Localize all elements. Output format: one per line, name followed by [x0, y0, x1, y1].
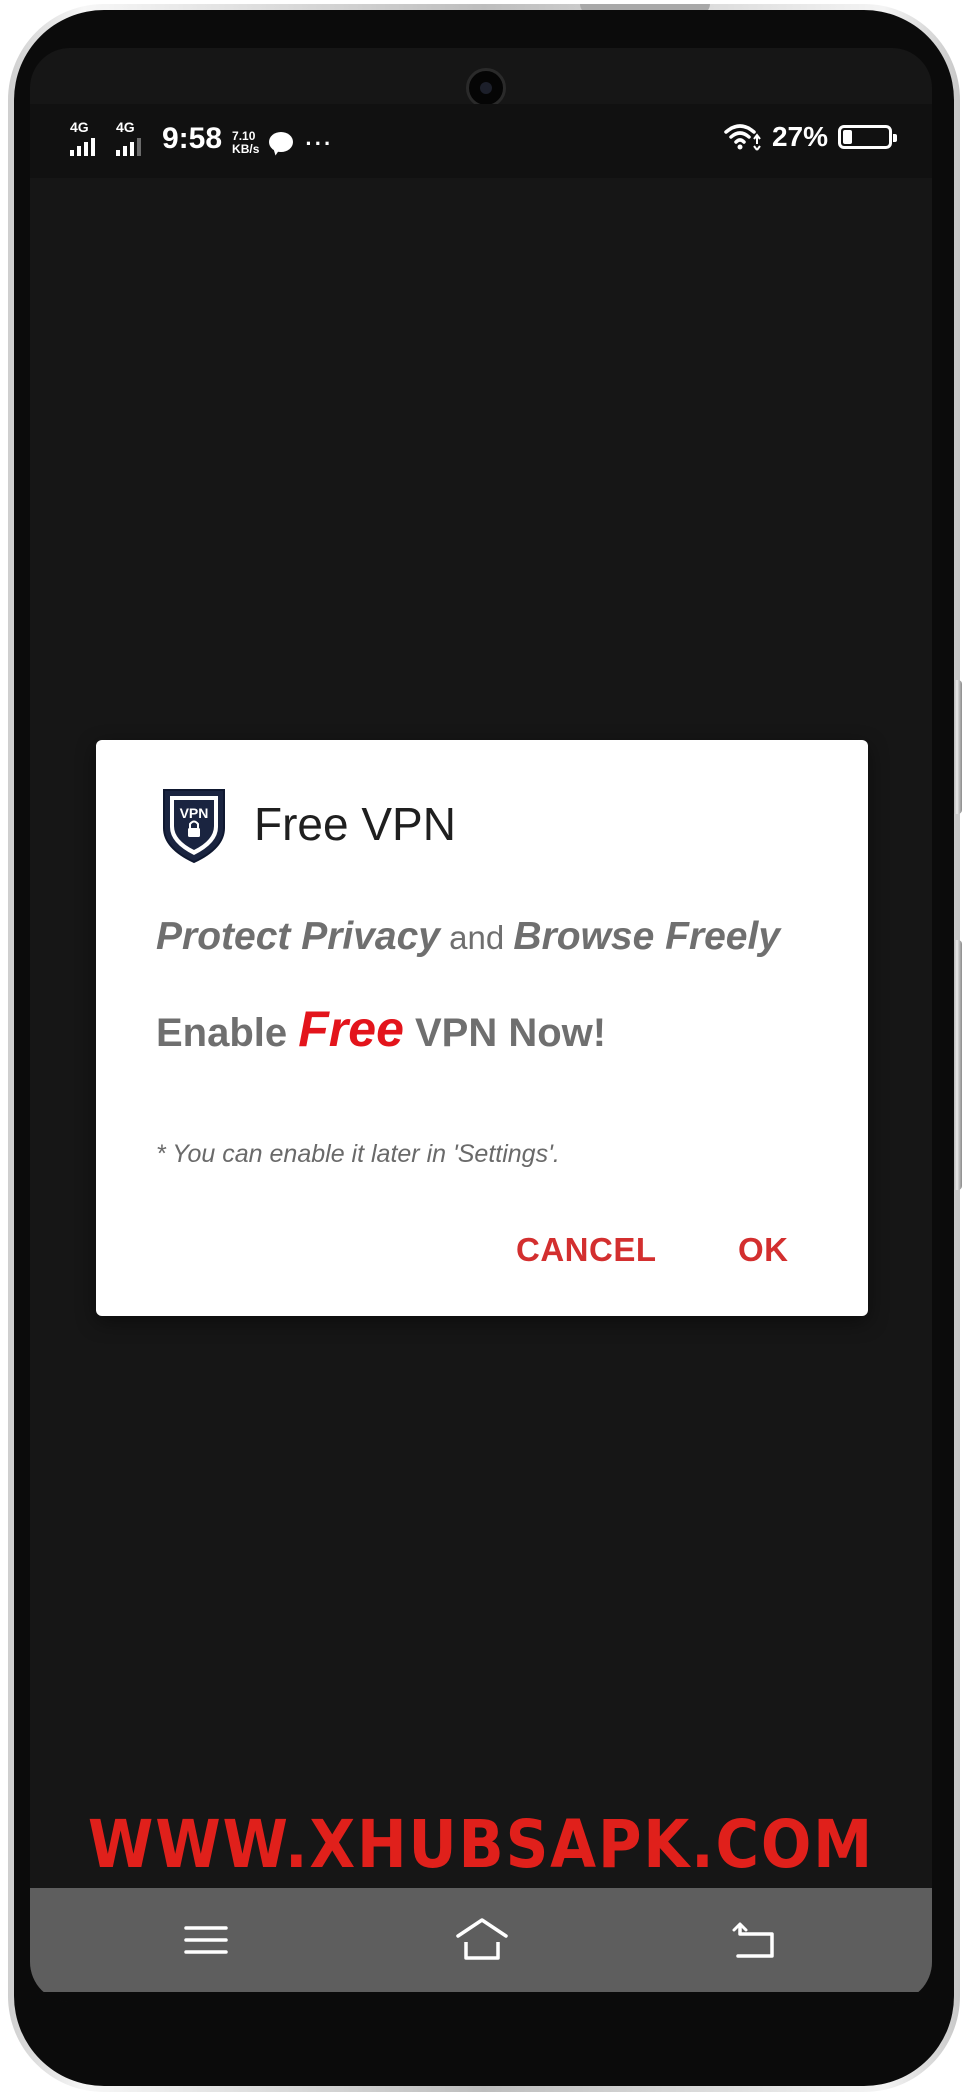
signal-icon: 4G — [70, 120, 106, 156]
dialog-header: VPN Free VPN — [160, 784, 456, 864]
shield-vpn-icon: VPN — [163, 789, 225, 864]
status-bar: 4G 4G 9:58 7.10 KB/s ··· 27% — [30, 104, 932, 178]
screen: 4G 4G 9:58 7.10 KB/s ··· 27% VPN Free VP… — [30, 48, 932, 2002]
nav-home-button[interactable] — [452, 1910, 512, 1970]
watermark: WWW.XHUBSAPK.COM — [87, 1806, 875, 1883]
home-icon — [456, 1918, 508, 1960]
network-type-2: 4G — [116, 119, 135, 135]
front-camera — [466, 68, 506, 108]
subheadline-enable: Enable — [156, 1011, 299, 1055]
headline-protect-privacy: Protect Privacy — [156, 915, 440, 958]
menu-icon — [184, 1926, 228, 1954]
navigation-bar — [30, 1888, 932, 1992]
network-speed: 7.10 KB/s — [232, 130, 259, 156]
dialog-headline: Protect Privacy and Browse Freely — [156, 912, 780, 963]
ok-button[interactable]: OK — [732, 1224, 795, 1276]
chat-icon — [269, 132, 295, 156]
headline-browse-freely: Browse Freely — [513, 915, 781, 958]
battery-icon — [838, 125, 897, 149]
dialog-subheadline: Enable Free VPN Now! — [156, 1002, 606, 1060]
headline-and: and — [440, 919, 514, 956]
nav-menu-button[interactable] — [176, 1910, 236, 1970]
battery-percent: 27% — [771, 121, 828, 152]
screen-bottom-edge — [30, 1992, 932, 2002]
status-right: 27% — [724, 121, 897, 152]
network-type-1: 4G — [70, 119, 89, 135]
battery-level-fill — [843, 130, 852, 144]
nav-back-button[interactable] — [726, 1910, 786, 1970]
subheadline-free: Free — [298, 1001, 404, 1057]
vpn-dialog: VPN Free VPN Protect Privacy and Browse … — [96, 740, 868, 1316]
back-icon — [732, 1922, 774, 1958]
shield-vpn-label: VPN — [180, 805, 209, 821]
subheadline-vpn-now: VPN Now! — [403, 1011, 607, 1055]
network-speed-unit: KB/s — [232, 142, 260, 156]
more-icon: ··· — [305, 131, 334, 156]
dialog-title: Free VPN — [254, 798, 456, 850]
wifi-icon — [724, 124, 761, 151]
status-left: 4G 4G 9:58 7.10 KB/s ··· — [70, 116, 333, 156]
cancel-button[interactable]: CANCEL — [510, 1224, 663, 1276]
dialog-note: * You can enable it later in 'Settings'. — [156, 1140, 560, 1168]
signal-icon-2: 4G — [116, 120, 152, 156]
clock: 9:58 — [162, 122, 223, 155]
